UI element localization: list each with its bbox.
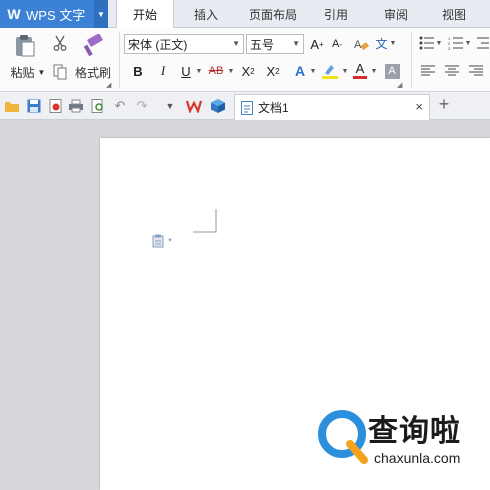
shrink-font-icon[interactable]: A- [328, 35, 346, 53]
paste-button[interactable]: 粘贴 ▼ [6, 64, 50, 80]
menu-bar: W WPS 文字 ▼ 开始 插入 页面布局 引用 审阅 视图 [0, 0, 490, 29]
bold-button[interactable]: B [130, 62, 146, 80]
watermark: 查询啦 chaxunla.com [316, 404, 486, 474]
format-painter-button[interactable]: 格式刷 [72, 64, 114, 80]
document-icon [241, 100, 253, 115]
open-folder-icon[interactable] [4, 98, 20, 114]
tab-view[interactable]: 视图 [432, 0, 476, 28]
redo-icon[interactable]: ↷ [134, 98, 150, 114]
tab-insert[interactable]: 插入 [184, 0, 228, 28]
strikethrough-chevron-icon[interactable]: ▼ [227, 62, 235, 80]
tab-references[interactable]: 引用 [314, 0, 358, 28]
group-separator [411, 32, 412, 88]
align-right-icon[interactable] [468, 62, 484, 80]
app-menu-chevron-icon[interactable]: ▼ [94, 0, 108, 28]
char-shading-icon[interactable]: A [384, 62, 400, 80]
highlight-chevron-icon[interactable]: ▼ [341, 62, 349, 80]
bullets-chevron-icon[interactable]: ▼ [435, 34, 443, 52]
numbering-icon[interactable]: 123 [447, 34, 463, 52]
group-separator [119, 32, 120, 88]
close-tab-icon[interactable]: × [415, 99, 423, 114]
wps-logo-icon: W [7, 6, 21, 22]
app-menu-button[interactable]: W WPS 文字 ▼ [0, 0, 108, 28]
copy-icon[interactable] [51, 63, 69, 81]
print-icon[interactable] [68, 98, 84, 114]
align-center-icon[interactable] [444, 62, 460, 80]
align-left-icon[interactable] [420, 62, 436, 80]
phonetic-guide-icon[interactable]: 文 ▼ [374, 33, 398, 53]
watermark-logo-icon [318, 410, 368, 464]
phonetic-chevron-icon: ▼ [389, 39, 397, 47]
undo-icon[interactable]: ↶ [112, 98, 128, 114]
format-painter-icon[interactable] [80, 32, 106, 60]
paste-label: 粘贴 [10, 65, 35, 80]
text-effect-chevron-icon[interactable]: ▼ [309, 62, 317, 80]
subscript-letter: X [266, 63, 276, 79]
svg-text:A: A [354, 39, 362, 51]
tab-document[interactable]: 文档1 × [234, 94, 430, 120]
font-color-chevron-icon[interactable]: ▼ [370, 62, 378, 80]
paste-options-chevron-icon: ▼ [167, 238, 173, 244]
watermark-brand: 查询啦 [368, 414, 461, 449]
font-color-letter: A [355, 60, 365, 76]
tab-home[interactable]: 开始 [116, 0, 174, 29]
font-name-chevron-icon: ▼ [232, 39, 240, 48]
print-preview-icon[interactable] [90, 98, 106, 114]
svg-text:3: 3 [448, 46, 451, 50]
export-pdf-icon[interactable] [48, 98, 64, 114]
strikethrough-button[interactable]: AB [206, 62, 226, 80]
font-color-icon[interactable]: A [352, 60, 368, 80]
font-color-swatch [353, 75, 367, 79]
cloud-cube-icon[interactable] [210, 98, 226, 114]
quick-access-toolbar: ↶ ↷ ▼ 文档1 × + [0, 92, 490, 120]
font-name-value: 宋体 (正文) [128, 37, 188, 52]
save-icon[interactable] [26, 98, 42, 114]
superscript-letter: X [241, 63, 251, 79]
ribbon-home: 粘贴 ▼ 格式刷 ◢ 宋体 (正文) ▼ 五号 ▼ A + A- A 文 ▼ B I … [0, 28, 490, 92]
tab-page-layout[interactable]: 页面布局 [238, 0, 308, 28]
font-name-select[interactable]: 宋体 (正文) ▼ [124, 34, 244, 54]
bullets-icon[interactable] [418, 34, 434, 52]
font-size-select[interactable]: 五号 ▼ [246, 34, 304, 54]
new-tab-icon[interactable]: + [436, 94, 452, 114]
cut-icon[interactable] [51, 34, 69, 52]
watermark-url: chaxunla.com [374, 450, 461, 466]
tab-review[interactable]: 审阅 [374, 0, 418, 28]
font-size-value: 五号 [250, 37, 275, 52]
font-size-chevron-icon: ▼ [292, 39, 300, 48]
decrease-indent-icon[interactable] [476, 34, 490, 52]
phonetic-char: 文 [375, 36, 388, 51]
subscript-button[interactable]: X2 [264, 62, 282, 80]
margin-corner-mark [193, 209, 217, 233]
paste-chevron-icon: ▼ [37, 67, 46, 77]
numbering-chevron-icon[interactable]: ▼ [464, 34, 472, 52]
app-name: WPS 文字 [26, 7, 86, 23]
highlight-icon[interactable] [320, 62, 340, 80]
grow-font-icon[interactable]: A + [308, 35, 326, 53]
clear-format-icon[interactable]: A [352, 35, 370, 53]
superscript-button[interactable]: X2 [239, 62, 257, 80]
italic-button[interactable]: I [155, 62, 171, 80]
font-launcher-icon[interactable]: ◢ [397, 81, 402, 89]
text-effect-icon[interactable]: A [292, 62, 308, 80]
underline-chevron-icon[interactable]: ▼ [195, 62, 203, 80]
paste-icon[interactable] [12, 32, 38, 60]
underline-button[interactable]: U [178, 62, 194, 80]
document-tab-title: 文档1 [258, 101, 289, 115]
paste-options-icon[interactable]: ▼ [152, 234, 173, 248]
wps-office-icon[interactable] [186, 98, 202, 114]
customize-toolbar-chevron-icon[interactable]: ▼ [162, 98, 178, 114]
clipboard-launcher-icon[interactable]: ◢ [106, 81, 111, 89]
